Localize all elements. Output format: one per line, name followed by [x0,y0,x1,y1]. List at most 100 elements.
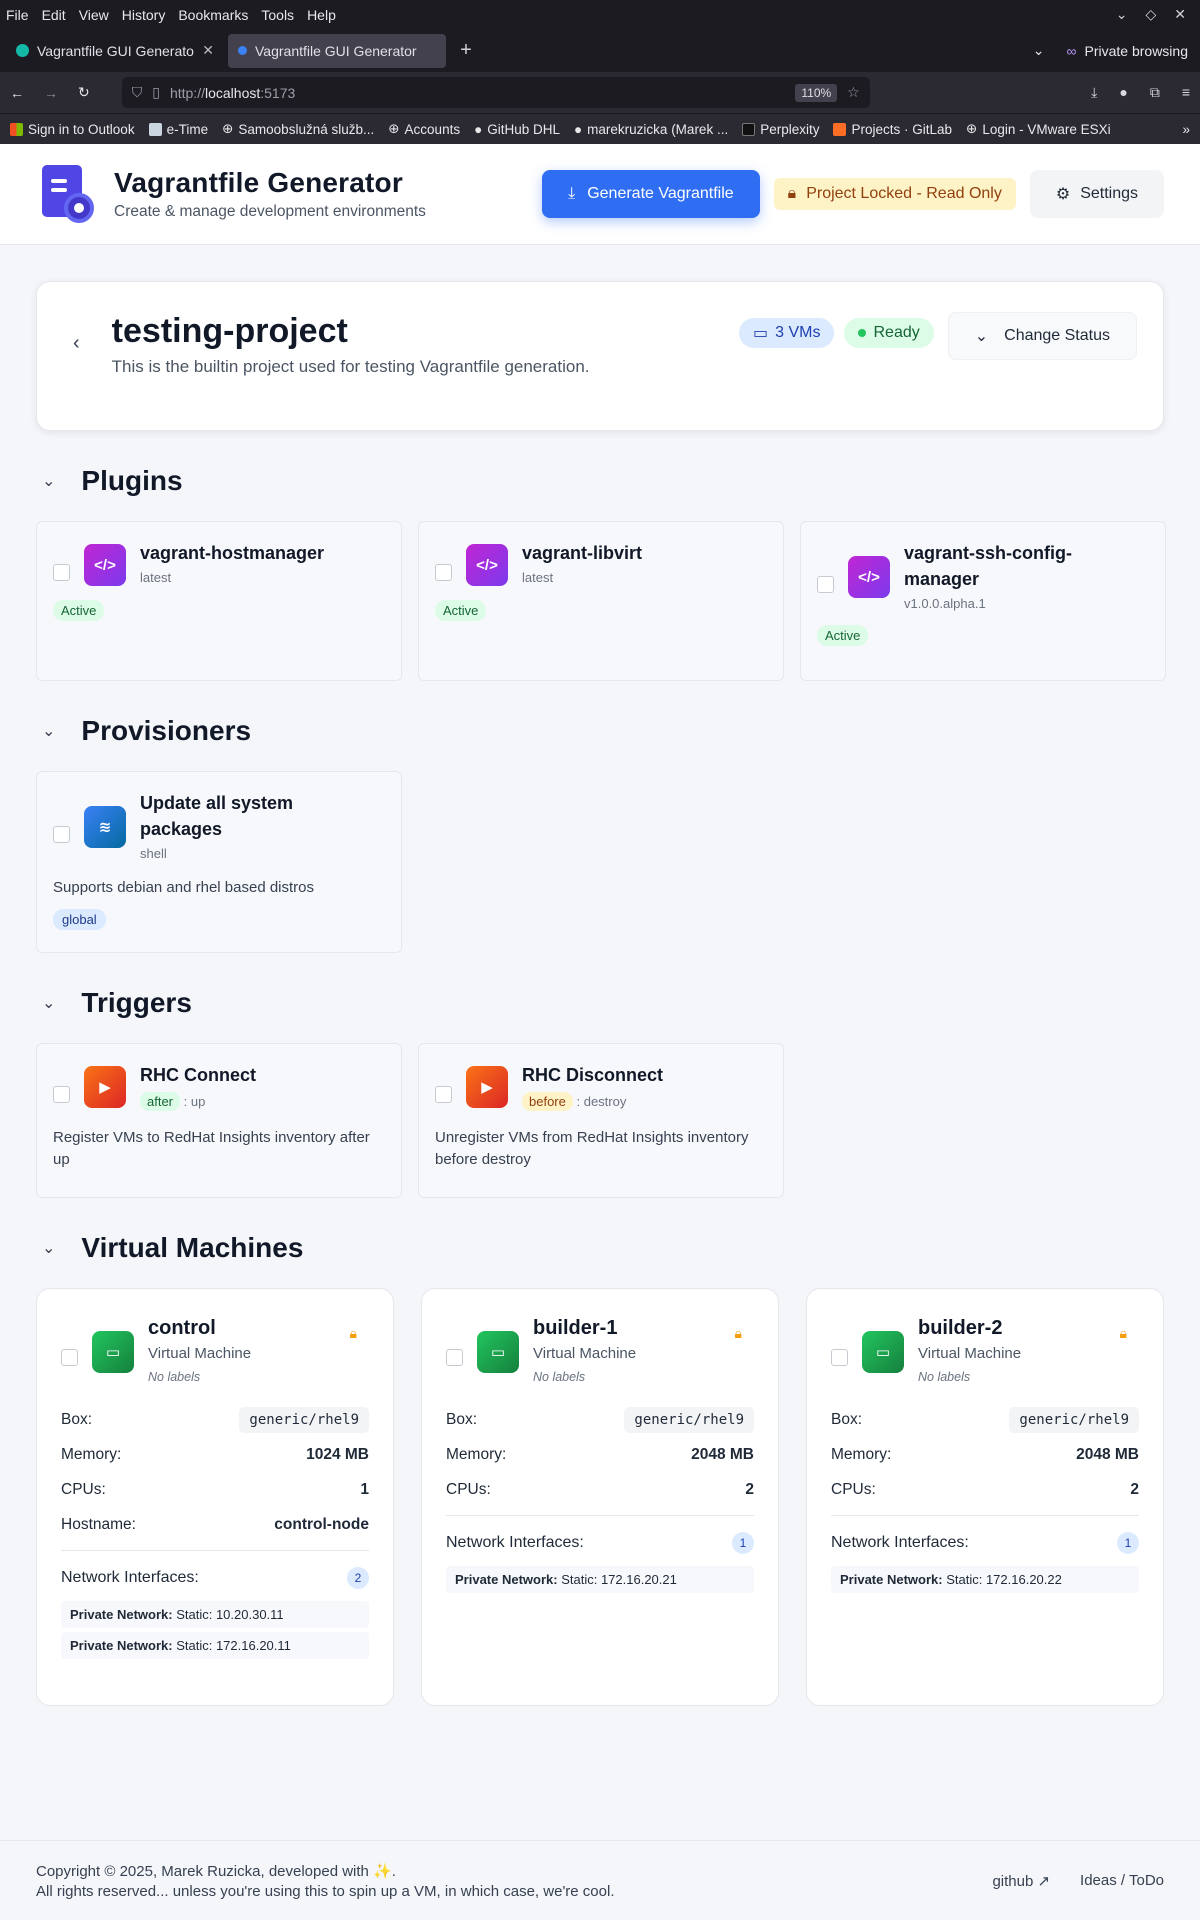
section-title: Virtual Machines [81,1232,304,1263]
page-info-icon[interactable]: ▯ [152,84,160,101]
bookmark-item[interactable]: Perplexity [742,122,819,137]
plugin-card[interactable]: </> vagrant-libvirt latest Active [418,521,784,681]
vm-count-badge: ▭ 3 VMs [739,318,835,348]
minimize-icon[interactable]: ⌄ [1116,6,1128,23]
perplexity-icon [742,122,756,136]
ideas-link[interactable]: Ideas / ToDo [1080,1872,1164,1890]
menu-bookmarks[interactable]: Bookmarks [178,7,248,23]
plugin-name: vagrant-hostmanager [140,543,325,563]
vm-labels: No labels [148,1370,201,1384]
section-title: Plugins [81,465,183,496]
trigger-card[interactable]: ▶ RHC Connect after : up Register VMs to… [36,1043,402,1198]
status-badge: Active [53,600,105,621]
lock-icon: 🔒︎ [349,1325,357,1341]
plugin-card[interactable]: </> vagrant-hostmanager latest Active [36,521,402,681]
bookmark-item[interactable]: ● GitHub DHL [474,122,560,137]
bookmark-item[interactable]: ⊕ Samoobslužná služb... [222,121,374,137]
collapse-provisioners-icon[interactable]: ⌄ [42,721,55,741]
menu-help[interactable]: Help [307,7,336,23]
bookmarks-bar: Sign in to Outlook e-Time ⊕ Samoobslužná … [0,113,1200,144]
vm-card[interactable]: 🔒︎ ▭ builder-2 Virtual Machine No labels… [806,1288,1164,1706]
section-title: Provisioners [81,715,252,746]
menu-tools[interactable]: Tools [261,7,294,23]
lock-icon: 🔒︎ [734,1325,742,1341]
project-description: This is the builtin project used for tes… [111,357,590,376]
vm-card[interactable]: 🔒︎ ▭ builder-1 Virtual Machine No labels… [421,1288,779,1706]
trigger-card[interactable]: ▶ RHC Disconnect before : destroy Unregi… [418,1043,784,1198]
plugin-checkbox[interactable] [817,576,834,593]
app-menu-icon[interactable]: ≡ [1182,84,1190,101]
bookmark-star-icon[interactable]: ☆ [847,84,860,101]
menu-file[interactable]: File [6,7,29,23]
plugin-checkbox[interactable] [53,564,70,581]
settings-button[interactable]: ⚙ Settings [1029,170,1164,218]
github-icon: ● [474,121,483,137]
maximize-icon[interactable]: ◇ [1145,6,1156,23]
menu-view[interactable]: View [79,7,109,23]
bookmark-item[interactable]: ⊕ Login - VMware ESXi [966,121,1111,137]
vm-card[interactable]: 🔒︎ ▭ control Virtual Machine No labels B… [36,1288,394,1706]
extensions-icon[interactable]: ⧉ [1150,84,1160,101]
vm-checkbox[interactable] [446,1349,463,1366]
plugin-card[interactable]: </> vagrant-ssh-config-manager v1.0.0.al… [800,521,1166,681]
box-label: Box: [831,1410,863,1428]
status-badge: Active [817,625,869,646]
browser-tab-1[interactable]: Vagrantfile GUI Generator ✕ [6,34,224,68]
box-label: Box: [61,1410,93,1428]
memory-value: 2048 MB [1076,1445,1139,1463]
trigger-action: : destroy [576,1094,627,1109]
bookmark-item[interactable]: Sign in to Outlook [10,122,135,137]
forward-icon[interactable]: → [44,85,58,101]
shield-icon[interactable]: ⛉ [132,84,143,101]
url-text: http://localhost:5173 [169,84,296,101]
collapse-vms-icon[interactable]: ⌄ [42,1238,55,1258]
trigger-checkbox[interactable] [435,1086,452,1103]
globe-icon: ⊕ [222,121,234,136]
github-link[interactable]: github ↗ [992,1872,1050,1890]
page-icon [148,122,162,136]
network-item: Private Network: Static: 172.16.20.21 [446,1566,754,1593]
download-icon[interactable]: ⤓ [1091,84,1097,101]
trigger-name: RHC Connect [140,1065,256,1085]
generate-vagrantfile-button[interactable]: ⤓ Generate Vagrantfile [542,170,760,218]
more-bookmarks-icon[interactable]: » [1182,122,1190,137]
new-tab-icon[interactable]: + [450,39,482,62]
collapse-plugins-icon[interactable]: ⌄ [42,471,55,491]
cpus-value: 2 [745,1480,754,1498]
vm-labels: No labels [918,1370,971,1384]
url-bar[interactable]: ⛉ ▯ http://localhost:5173 110% ☆ [121,77,870,108]
bookmark-item[interactable]: e-Time [148,122,208,137]
bookmark-item[interactable]: Projects · GitLab [833,122,952,137]
vm-type: Virtual Machine [148,1345,252,1362]
gear-icon: ⚙ [1055,186,1071,203]
hostname-label: Hostname: [61,1515,136,1533]
scope-badge: global [53,909,106,930]
monitor-icon: ▭ [862,1331,904,1373]
browser-tab-2[interactable]: Vagrantfile GUI Generator [228,33,446,68]
change-status-button[interactable]: ⌄ Change Status [947,312,1137,360]
provisioner-card[interactable]: ≋ Update all system packages shell Suppo… [36,771,402,953]
close-window-icon[interactable]: ✕ [1174,6,1186,23]
menu-edit[interactable]: Edit [42,7,66,23]
network-label: Network Interfaces: [446,1534,584,1551]
bookmark-item[interactable]: ⊕ Accounts [388,121,460,137]
plugin-checkbox[interactable] [435,564,452,581]
collapse-triggers-icon[interactable]: ⌄ [42,993,55,1013]
back-icon[interactable]: ← [10,85,24,101]
bookmark-item[interactable]: ● marekruzicka (Marek ... [574,122,728,137]
account-icon[interactable]: ● [1119,84,1127,101]
provisioner-checkbox[interactable] [53,826,70,843]
vm-checkbox[interactable] [831,1349,848,1366]
reload-icon[interactable]: ↻ [78,84,90,101]
back-chevron-icon[interactable]: ‹ [73,332,80,355]
list-tabs-icon[interactable]: ⌄ [1033,42,1045,59]
plugin-name: vagrant-libvirt [522,543,643,563]
menu-history[interactable]: History [122,7,166,23]
vm-checkbox[interactable] [61,1349,78,1366]
provisioner-description: Supports debian and rhel based distros [53,879,315,896]
close-tab-icon[interactable]: ✕ [202,42,214,59]
network-count: 1 [1117,1532,1139,1554]
zoom-indicator[interactable]: 110% [795,83,838,102]
code-icon: </> [848,556,890,598]
trigger-checkbox[interactable] [53,1086,70,1103]
